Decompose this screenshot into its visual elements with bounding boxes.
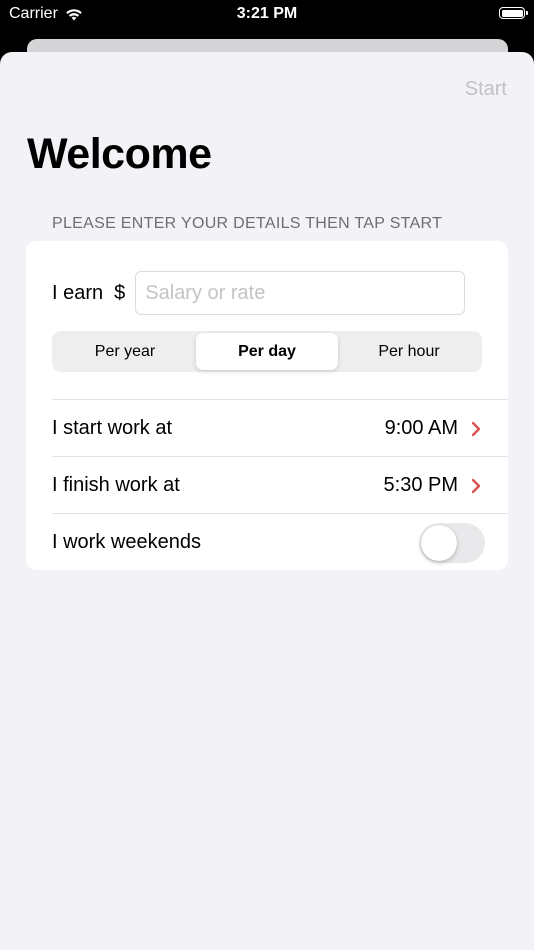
details-card: I earn $ Per year Per day Per hour I sta… — [26, 241, 508, 570]
salary-input[interactable] — [135, 271, 466, 315]
section-header: PLEASE ENTER YOUR DETAILS THEN TAP START — [52, 215, 443, 232]
currency-symbol: $ — [114, 281, 126, 304]
battery-icon — [499, 7, 528, 19]
earn-label: I earn — [52, 281, 104, 304]
segment-per-day[interactable]: Per day — [196, 333, 338, 370]
status-bar: Carrier 3:21 PM — [0, 0, 534, 30]
toggle-knob — [421, 524, 457, 561]
page-title: Welcome — [27, 130, 212, 178]
weekends-toggle[interactable] — [419, 522, 485, 563]
weekends-label: I work weekends — [52, 531, 201, 553]
battery-cap — [526, 11, 528, 15]
segment-per-hour[interactable]: Per hour — [338, 333, 480, 370]
start-time-value: 9:00 AM — [384, 417, 458, 439]
earn-row: I earn $ — [52, 271, 466, 315]
status-time: 3:21 PM — [236, 5, 298, 22]
finish-time-value: 5:30 PM — [383, 474, 458, 496]
welcome-sheet: Start Welcome PLEASE ENTER YOUR DETAILS … — [0, 52, 534, 950]
start-time-label: I start work at — [52, 417, 173, 439]
app-screen: Carrier 3:21 PM Start Welcome PLEASE ENT… — [0, 0, 534, 950]
finish-time-row[interactable]: I finish work at 5:30 PM — [52, 456, 508, 514]
battery-fill — [501, 9, 523, 17]
start-button[interactable]: Start — [465, 78, 507, 101]
chevron-right-icon — [471, 478, 481, 493]
chevron-right-icon — [471, 421, 481, 436]
period-segmented-control: Per year Per day Per hour — [52, 331, 482, 372]
segment-per-year[interactable]: Per year — [54, 333, 196, 370]
weekends-row: I work weekends — [52, 513, 508, 570]
finish-time-label: I finish work at — [52, 474, 180, 496]
start-time-row[interactable]: I start work at 9:00 AM — [52, 399, 508, 457]
